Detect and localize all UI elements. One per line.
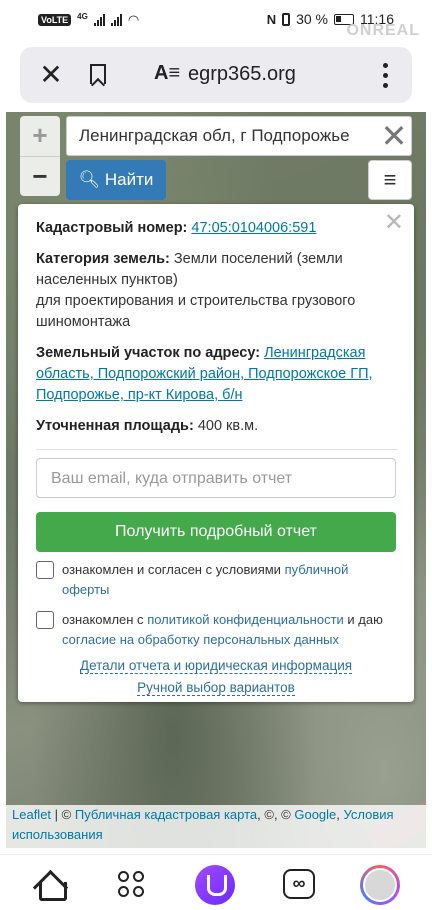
area-value: 400 кв.м. [197,418,259,434]
report-details-link[interactable]: Детали отчета и юридическая информация [79,658,353,674]
signal-icon [93,14,105,26]
offer-consent-checkbox[interactable] [36,561,54,579]
map-attribution: Leaflet | © Публичная кадастровая карта,… [6,805,426,848]
search-icon: 🔍︎ [78,170,101,189]
assistant-icon[interactable] [195,865,235,905]
clear-search-icon[interactable]: ✕ [376,116,412,156]
attribution-sep-1: | © [51,807,75,822]
privacy-consent-checkbox[interactable] [36,611,54,629]
browser-url-bar: ✕ A≡ egrp365.org [20,47,412,103]
offer-consent-text: ознакомлен и согласен с условиями [62,562,285,577]
panel-footer-links: Детали отчета и юридическая информация Р… [18,656,414,700]
privacy-consent-text: ознакомлен с [62,612,148,627]
leaflet-link[interactable]: Leaflet [12,807,51,822]
attribution-sep-2: , ©, © [257,807,295,822]
category-field: Категория земель: Земли поселений (земли… [36,249,398,333]
signal-2-icon [110,14,122,26]
address-search-input[interactable]: Ленинградская обл, г Подпорожье [66,116,412,156]
cadastral-map-link[interactable]: Публичная кадастровая карта [75,807,257,822]
url-text[interactable]: egrp365.org [188,63,296,86]
zoom-control: + − [20,116,60,196]
privacy-consent-mid: и даю [343,612,383,627]
find-button-label: Найти [104,170,154,189]
battery-percent: 30 % [296,11,328,27]
hamburger-menu-icon[interactable]: ≡ [368,160,412,200]
close-icon[interactable]: ✕ [36,60,66,90]
parcel-info-panel: ✕ Кадастровый номер: 47:05:0104006:591 К… [18,204,414,702]
personal-data-consent-link[interactable]: согласие на обработку персональных данны… [62,632,339,647]
google-link[interactable]: Google [294,807,336,822]
tabs-icon[interactable]: ∞ [283,869,315,899]
privacy-policy-link[interactable]: политикой конфиденциальности [147,612,344,627]
email-input[interactable]: Ваш email, куда отправить отчет [36,458,396,498]
zoom-out-button[interactable]: − [20,156,60,196]
area-field: Уточненная площадь: 400 кв.м. [36,416,398,437]
area-label: Уточненная площадь: [36,418,194,434]
category-label: Категория земель: [36,251,170,267]
bookmark-icon[interactable] [90,64,106,84]
home-icon[interactable] [34,869,67,901]
volte-badge: VoLTE [38,14,72,26]
profile-avatar[interactable] [360,865,400,905]
wifi-icon: ◠ [127,12,140,27]
more-menu-icon[interactable] [376,59,396,91]
manual-selection-link[interactable]: Ручной выбор вариантов [137,680,295,696]
cadastral-number-link[interactable]: 47:05:0104006:591 [191,220,316,236]
services-grid-icon[interactable] [118,871,146,899]
cadastral-label: Кадастровый номер: [36,220,188,236]
find-button[interactable]: 🔍︎ Найти [66,160,166,200]
offer-consent-row: ознакомлен и согласен с условиями публич… [36,560,398,600]
watermark-logo: ONREAL [346,22,420,39]
divider [36,449,398,450]
bottom-navigation: ∞ [0,854,432,910]
vibrate-icon [282,12,291,26]
address-field: Земельный участок по адресу: Ленинградск… [36,343,398,406]
get-report-button[interactable]: Получить подробный отчет [36,512,396,552]
cadastral-field: Кадастровый номер: 47:05:0104006:591 [36,218,398,239]
nfc-icon: N [266,11,277,27]
privacy-consent-row: ознакомлен с политикой конфиденциальност… [36,610,398,650]
reader-mode-icon[interactable]: A≡ [154,62,180,85]
attribution-sep-3: , [336,807,344,822]
panel-content: Кадастровый номер: 47:05:0104006:591 Кат… [36,218,398,660]
address-label: Земельный участок по адресу: [36,345,261,361]
status-bar: VoLTE 4G ◠ N 30 % 11:16 ONREAL [0,0,432,42]
purpose-value: для проектирования и строительства грузо… [36,293,356,330]
network-gen-label: 4G [77,12,88,21]
status-left: VoLTE 4G ◠ [38,12,139,28]
zoom-in-button[interactable]: + [20,116,60,156]
